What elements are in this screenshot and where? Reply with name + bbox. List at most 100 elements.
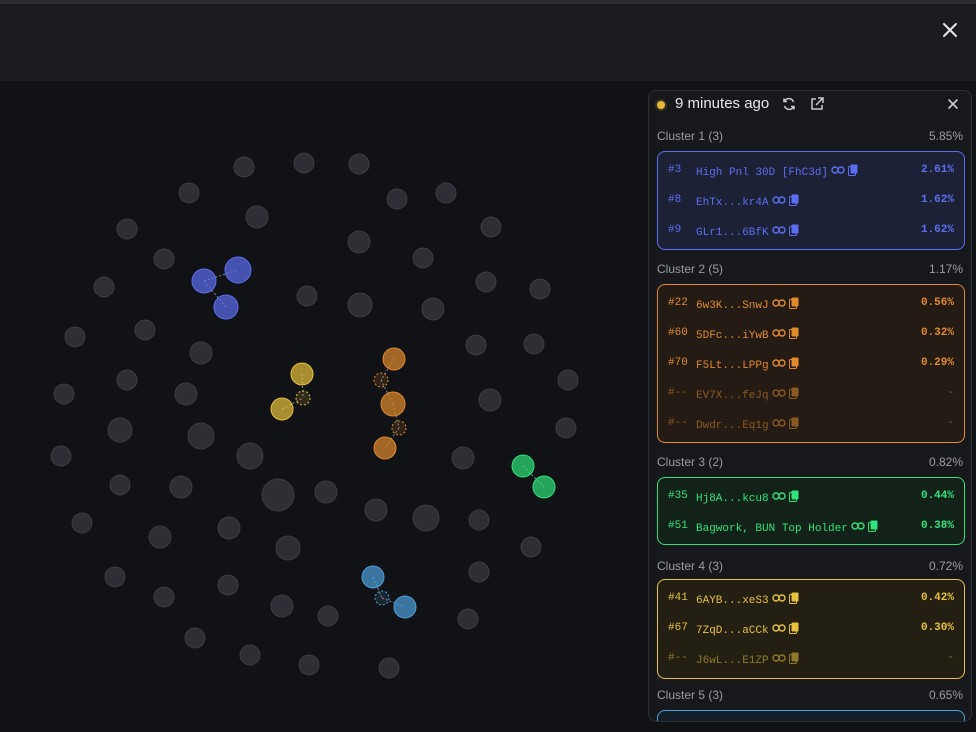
link-icon[interactable] [771,388,786,402]
holder-row[interactable]: #3 High Pnl 30D [FhC3d] 2.61% [658,162,964,180]
holder-bubble[interactable] [317,605,339,627]
holder-address[interactable]: Hj8A...kcu8 [696,493,769,505]
cluster-bubble[interactable] [361,565,385,589]
holder-bubble[interactable] [457,608,479,630]
holder-bubble[interactable] [314,480,338,504]
holder-row[interactable]: #9 GLr1...6BfK 1.62% [658,222,964,240]
holder-row[interactable]: #67 7ZqD...aCCk 0.30% [658,620,964,638]
link-icon[interactable] [771,418,786,432]
holder-bubble[interactable] [529,278,551,300]
holder-bubble[interactable] [233,156,255,178]
holder-bubble[interactable] [261,478,295,512]
link-icon[interactable] [771,225,786,239]
cluster-bubble[interactable] [213,294,239,320]
holder-bubble[interactable] [386,188,408,210]
holder-bubble[interactable] [64,326,86,348]
holder-bubble[interactable] [104,566,126,588]
holder-bubble[interactable] [93,276,115,298]
holder-bubble[interactable] [348,153,370,175]
holder-bubble[interactable] [153,586,175,608]
holder-bubble[interactable] [169,475,193,499]
cluster-bubble[interactable] [373,372,389,388]
holder-row[interactable]: #-- J6wL...E1ZP - [658,650,964,668]
copy-icon[interactable] [788,652,799,668]
holder-bubble[interactable] [275,535,301,561]
holder-row[interactable]: #8 EhTx...kr4A 1.62% [658,192,964,210]
cluster-header[interactable]: Cluster 1 (3) 5.85% [657,129,963,145]
holder-bubble[interactable] [475,271,497,293]
holder-bubble[interactable] [239,644,261,666]
link-icon[interactable] [771,328,786,342]
holder-bubble[interactable] [184,627,206,649]
copy-icon[interactable] [788,224,799,240]
link-icon[interactable] [771,623,786,637]
holder-address[interactable]: 6AYB...xeS3 [696,595,769,607]
holder-address[interactable]: High Pnl 30D [FhC3d] [696,167,828,179]
holder-address[interactable]: 5DFc...iYwB [696,330,769,342]
holder-bubble[interactable] [468,561,490,583]
holder-bubble[interactable] [557,369,579,391]
holder-row[interactable]: #-- Dwdr...Eq1g - [658,415,964,433]
external-link-icon[interactable] [809,96,825,112]
copy-icon[interactable] [848,164,858,180]
holder-bubble[interactable] [236,442,264,470]
link-icon[interactable] [771,593,786,607]
holder-address[interactable]: EV7X...feJq [696,390,769,402]
holder-bubble[interactable] [217,516,241,540]
cluster-bubble[interactable] [393,595,417,619]
holder-address[interactable]: F5Lt...LPPg [696,360,769,372]
refresh-icon[interactable] [781,96,797,112]
holder-bubble[interactable] [555,417,577,439]
cluster-bubble[interactable] [382,347,406,371]
holder-address[interactable]: GLr1...6BfK [696,227,769,239]
holder-bubble[interactable] [468,509,490,531]
cluster-bubble[interactable] [532,475,556,499]
copy-icon[interactable] [788,194,799,210]
copy-icon[interactable] [788,417,799,433]
copy-icon[interactable] [788,327,799,343]
holder-bubble[interactable] [134,319,156,341]
holder-address[interactable]: J6wL...E1ZP [696,655,769,667]
holder-bubble[interactable] [187,422,215,450]
holder-bubble[interactable] [53,383,75,405]
holder-row[interactable]: #22 6w3K...SnwJ 0.56% [658,295,964,313]
holder-bubble[interactable] [189,341,213,365]
cluster-bubble[interactable] [270,397,294,421]
holder-row[interactable]: #41 6AYB...xeS3 0.42% [658,590,964,608]
holder-address[interactable]: 6w3K...SnwJ [696,300,769,312]
copy-icon[interactable] [788,357,799,373]
holder-bubble[interactable] [217,574,239,596]
holder-bubble[interactable] [153,248,175,270]
holder-bubble[interactable] [50,445,72,467]
holder-address[interactable]: Dwdr...Eq1g [696,420,769,432]
holder-bubble[interactable] [148,525,172,549]
holder-row[interactable]: #60 5DFc...iYwB 0.32% [658,325,964,343]
holder-address[interactable]: Bagwork, BUN Top Holder [696,523,848,535]
cluster-bubble[interactable] [391,420,407,436]
link-icon[interactable] [771,298,786,312]
cluster-header[interactable]: Cluster 5 (3) 0.65% [657,688,963,704]
cluster-header[interactable]: Cluster 4 (3) 0.72% [657,559,963,575]
holder-bubble[interactable] [478,388,502,412]
holder-bubble[interactable] [378,657,400,679]
cluster-bubble[interactable] [373,436,397,460]
holder-bubble[interactable] [107,417,133,443]
cluster-header[interactable]: Cluster 2 (5) 1.17% [657,262,963,278]
panel-close-icon[interactable] [945,96,961,112]
holder-bubble[interactable] [451,446,475,470]
cluster-bubble[interactable] [191,268,217,294]
holder-bubble[interactable] [298,654,320,676]
holder-bubble[interactable] [178,182,200,204]
holder-address[interactable]: 7ZqD...aCCk [696,625,769,637]
holder-row[interactable]: #51 Bagwork, BUN Top Holder 0.38% [658,518,964,536]
holder-bubble[interactable] [412,247,434,269]
holder-bubble[interactable] [116,218,138,240]
holder-bubble[interactable] [245,205,269,229]
holder-bubble[interactable] [347,292,373,318]
holder-row[interactable]: #70 F5Lt...LPPg 0.29% [658,355,964,373]
link-icon[interactable] [771,491,786,505]
holder-bubble[interactable] [109,474,131,496]
holder-bubble[interactable] [435,182,457,204]
holder-address[interactable]: EhTx...kr4A [696,197,769,209]
holder-bubble[interactable] [364,498,388,522]
